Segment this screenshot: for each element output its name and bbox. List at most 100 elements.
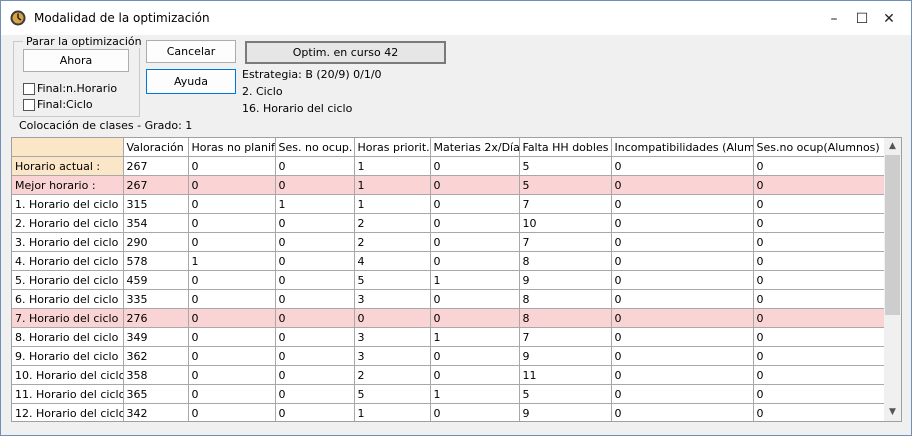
table-cell: 5 (519, 156, 612, 176)
table-cell: 0 (188, 346, 276, 366)
table-cell: 0 (753, 251, 885, 271)
table-row[interactable]: 1. Horario del ciclo 315 0 1 1 0 7 0 0 (12, 194, 885, 214)
table-cell: 349 (123, 327, 189, 347)
table-cell: 0 (753, 308, 885, 328)
table-row[interactable]: 4. Horario del ciclo 578 1 0 4 0 8 0 0 (12, 251, 885, 271)
table-cell: 0 (188, 308, 276, 328)
table-cell: 1 (188, 251, 276, 271)
table-cell: 0 (188, 232, 276, 252)
table-cell: 0 (753, 327, 885, 347)
vertical-scrollbar[interactable]: ▲ ▼ (884, 138, 901, 421)
row-header-cell: 8. Horario del ciclo (12, 327, 124, 347)
table-cell: 0 (753, 175, 885, 195)
end-cycle-checkbox[interactable] (23, 99, 35, 111)
table-row[interactable]: Horario actual :267 0 0 1 0 5 0 0 (12, 156, 885, 176)
help-button[interactable]: Ayuda (146, 69, 236, 94)
row-header-cell: 11. Horario del ciclo (12, 384, 124, 404)
table-row[interactable]: 2. Horario del ciclo 354 0 0 2 0 10 0 0 (12, 213, 885, 233)
cancel-button[interactable]: Cancelar (146, 40, 236, 63)
table-row[interactable]: 8. Horario del ciclo 349 0 0 3 1 7 0 0 (12, 327, 885, 347)
table-cell: 0 (275, 156, 355, 176)
end-hours-checkbox[interactable] (23, 83, 35, 95)
table-cell: 0 (275, 365, 355, 385)
table-cell: 2 (354, 232, 431, 252)
table-row[interactable]: 10. Horario del ciclo 358 0 0 2 0 11 0 0 (12, 365, 885, 385)
scroll-down-icon[interactable]: ▼ (884, 404, 901, 421)
now-button[interactable]: Ahora (23, 49, 129, 72)
column-header[interactable]: Ses. no ocup. (275, 138, 355, 157)
table-cell: 11 (519, 365, 612, 385)
stop-optimization-label: Parar la optimización (23, 35, 145, 48)
row-header-cell: Horario actual : (12, 156, 124, 176)
table-cell: 8 (519, 251, 612, 271)
table-cell: 0 (753, 289, 885, 309)
table-cell: 1 (430, 270, 520, 290)
table-cell: 0 (354, 308, 431, 328)
table-cell: 2 (354, 213, 431, 233)
table-cell: 0 (275, 308, 355, 328)
status-text: Colocación de clases - Grado: 1 (19, 119, 193, 132)
table-row[interactable]: 9. Horario del ciclo 362 0 0 3 0 9 0 0 (12, 346, 885, 366)
table-cell: 0 (753, 365, 885, 385)
table-cell: 0 (275, 403, 355, 421)
window-title: Modalidad de la optimización (34, 11, 210, 25)
table-cell: 0 (275, 346, 355, 366)
scroll-up-icon[interactable]: ▲ (884, 138, 901, 155)
table-cell: 0 (188, 327, 276, 347)
column-header[interactable]: Incompatibilidades (Alum) (611, 138, 754, 157)
table-row[interactable]: 3. Horario del ciclo 290 0 0 2 0 7 0 0 (12, 232, 885, 252)
table-row[interactable]: 5. Horario del ciclo 459 0 0 5 1 9 0 0 (12, 270, 885, 290)
table-cell: 0 (753, 156, 885, 176)
table-cell: 9 (519, 346, 612, 366)
column-header[interactable]: Horas no planif (188, 138, 276, 157)
results-table: Valoración Horas no planif Ses. no ocup.… (12, 138, 885, 421)
minimize-button[interactable]: – (822, 8, 846, 30)
table-cell: 0 (188, 384, 276, 404)
column-header[interactable]: Ses.no ocup(Alumnos) (753, 138, 885, 157)
table-cell: 2 (354, 365, 431, 385)
table-cell: 0 (753, 194, 885, 214)
table-cell: 0 (275, 251, 355, 271)
row-header-cell: 12. Horario del ciclo (12, 403, 124, 421)
table-cell: 276 (123, 308, 189, 328)
column-header[interactable]: Materias 2x/Día (430, 138, 520, 157)
table-cell: 0 (611, 346, 754, 366)
maximize-button[interactable]: ☐ (850, 8, 874, 30)
column-header[interactable]: Horas priorit. (354, 138, 431, 157)
table-cell: 10 (519, 213, 612, 233)
table-row[interactable]: 6. Horario del ciclo 335 0 0 3 0 8 0 0 (12, 289, 885, 309)
table-cell: 335 (123, 289, 189, 309)
close-button[interactable]: ✕ (877, 8, 901, 30)
strategy-text: Estrategia: B (20/9) 0/1/0 (242, 68, 382, 81)
table-cell: 459 (123, 270, 189, 290)
table-cell: 0 (275, 289, 355, 309)
column-header[interactable]: Valoración (123, 138, 189, 157)
table-cell: 9 (519, 403, 612, 421)
table-cell: 267 (123, 156, 189, 176)
table-row[interactable]: 7. Horario del ciclo 276 0 0 0 0 8 0 0 (12, 308, 885, 328)
table-cell: 0 (753, 213, 885, 233)
corner-header (12, 138, 124, 157)
table-cell: 0 (275, 384, 355, 404)
table-cell: 0 (275, 213, 355, 233)
table-cell: 0 (611, 156, 754, 176)
table-cell: 8 (519, 308, 612, 328)
scrollbar-thumb[interactable] (885, 155, 900, 315)
table-cell: 1 (354, 156, 431, 176)
table-cell: 0 (753, 403, 885, 421)
table-cell: 0 (275, 232, 355, 252)
table-row[interactable]: 12. Horario del ciclo 342 0 0 1 0 9 0 0 (12, 403, 885, 421)
table-cell: 267 (123, 175, 189, 195)
table-cell: 0 (188, 403, 276, 421)
table-row[interactable]: Mejor horario :267 0 0 1 0 5 0 0 (12, 175, 885, 195)
table-cell: 0 (611, 403, 754, 421)
table-cell: 0 (430, 289, 520, 309)
table-cell: 0 (188, 213, 276, 233)
table-row[interactable]: 11. Horario del ciclo 365 0 0 5 1 5 0 0 (12, 384, 885, 404)
table-cell: 1 (354, 194, 431, 214)
table-cell: 0 (430, 194, 520, 214)
table-cell: 0 (430, 175, 520, 195)
column-header[interactable]: Falta HH dobles (519, 138, 612, 157)
table-cell: 0 (275, 175, 355, 195)
table-cell: 290 (123, 232, 189, 252)
